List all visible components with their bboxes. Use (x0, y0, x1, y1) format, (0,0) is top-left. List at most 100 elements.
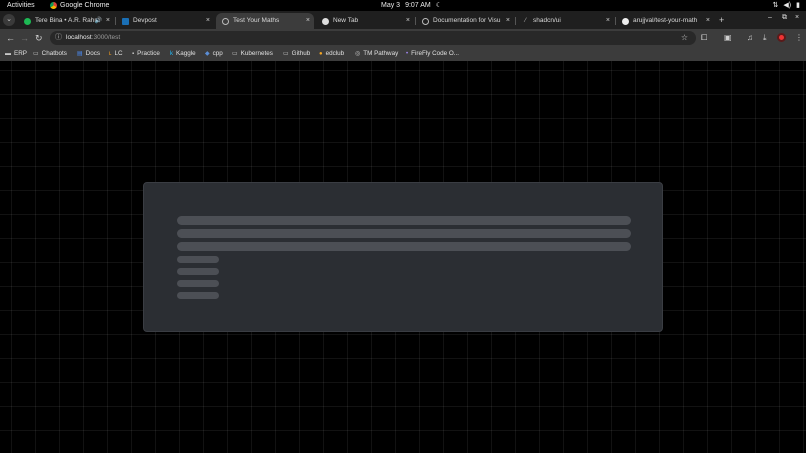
close-window-icon[interactable]: × (795, 14, 799, 21)
bookmark-docs[interactable]: ▤ Docs (77, 48, 100, 60)
docs-icon: ▤ (77, 51, 83, 57)
bookmark-practice[interactable]: ▪ Practice (132, 48, 160, 60)
url-path: :3000/test (91, 34, 121, 41)
github-icon (622, 17, 629, 25)
bookmark-label: edclub (325, 50, 345, 57)
cpp-icon: ◆ (205, 51, 210, 57)
profile-avatar[interactable] (777, 33, 786, 42)
extensions-icon[interactable]: ⧠ (701, 33, 707, 43)
tab-shadcn[interactable]: ⁄ shadcn/ui × (516, 13, 614, 29)
bookmark-label: Docs (85, 50, 101, 57)
skeleton-option (177, 280, 219, 287)
audio-playing-icon[interactable]: 🔊 (95, 13, 102, 29)
media-control-icon[interactable]: ♫ (747, 33, 753, 43)
skeleton-option (177, 292, 219, 299)
download-icon[interactable]: ⤓ (763, 33, 767, 43)
tab-tere-bina[interactable]: Tere Bina • A.R. Rahm 🔊 × (18, 13, 114, 29)
skeleton-option (177, 268, 219, 275)
bookmark-tm-pathway[interactable]: ◎ TM Pathway (355, 48, 398, 60)
bookmark-label: Practice (137, 50, 160, 57)
clock[interactable]: May 3 9:07 AM ☾ (381, 0, 442, 11)
bookmark-chatbots[interactable]: ▭ Chatbots (33, 48, 67, 60)
globe-icon (222, 17, 229, 25)
close-tab-icon[interactable]: × (406, 13, 410, 29)
activities-button[interactable]: Activities (7, 0, 35, 11)
tab-devpost[interactable]: Devpost × (116, 13, 214, 29)
bookmark-lc[interactable]: ʟ LC (109, 48, 123, 60)
firefly-icon: • (406, 51, 409, 57)
reload-button[interactable]: ↻ (35, 31, 43, 45)
tab-search-button[interactable]: ⌄ (3, 14, 15, 26)
tab-new-tab[interactable]: New Tab × (316, 13, 414, 29)
bookmark-label: ERP (14, 50, 27, 57)
tab-label: Test Your Maths (233, 17, 280, 24)
bookmark-firefly[interactable]: • FireFly Code O... (406, 48, 459, 60)
globe-icon (422, 17, 429, 25)
bookmark-kubernetes[interactable]: ▭ Kubernetes (232, 48, 273, 60)
bookmark-kaggle[interactable]: k Kaggle (170, 48, 196, 60)
spotify-icon (24, 17, 31, 25)
leetcode-icon: ʟ (109, 51, 112, 57)
folder-icon: ▭ (283, 51, 289, 57)
bookmark-label: FireFly Code O... (411, 50, 460, 57)
bookmark-label: Github (291, 50, 311, 57)
new-tab-button[interactable]: + (719, 13, 724, 27)
app-menu[interactable]: Google Chrome (50, 0, 109, 11)
skeleton-line (177, 216, 631, 225)
network-icon: ⇅ (772, 2, 779, 9)
bookmark-label: cpp (212, 50, 223, 57)
url-text[interactable]: localhost:3000/test (66, 31, 120, 45)
tab-documentation[interactable]: Documentation for Visu × (416, 13, 514, 29)
system-tray[interactable]: ⇅ ◀) ▮ (773, 0, 800, 11)
bookmark-github[interactable]: ▭ Github (283, 48, 310, 60)
bookmark-erp[interactable]: ▬ ERP (5, 48, 27, 60)
chrome-icon (322, 17, 329, 25)
system-top-bar: Activities Google Chrome May 3 9:07 AM ☾… (0, 0, 806, 11)
erp-icon: ▬ (5, 51, 11, 57)
battery-icon: ▮ (796, 2, 800, 9)
bookmark-cpp[interactable]: ◆ cpp (205, 48, 223, 60)
tab-github-repo[interactable]: arujjval/test-your-math × (616, 13, 714, 29)
url-host: localhost (66, 34, 92, 41)
tab-label: shadcn/ui (533, 17, 561, 24)
bookmark-edclub[interactable]: ● edclub (319, 48, 344, 60)
forward-button[interactable]: → (20, 31, 29, 45)
close-tab-icon[interactable]: × (306, 13, 310, 29)
close-tab-icon[interactable]: × (606, 13, 610, 29)
skeleton-option (177, 256, 219, 263)
tab-strip: ⌄ Tere Bina • A.R. Rahm 🔊 × Devpost × Te… (0, 11, 806, 29)
address-bar[interactable]: ⓘ localhost:3000/test ☆ (50, 31, 696, 45)
edclub-icon: ● (319, 51, 323, 57)
tab-label: Devpost (133, 17, 157, 24)
app-name: Google Chrome (60, 2, 110, 9)
time: 9:07 AM (405, 2, 431, 9)
side-panel-icon[interactable]: ▣ (724, 33, 732, 43)
tab-label: New Tab (333, 17, 359, 24)
back-button[interactable]: ← (6, 31, 15, 45)
do-not-disturb-icon: ☾ (435, 2, 443, 9)
devpost-icon (122, 17, 129, 25)
bookmark-label: Chatbots (41, 50, 67, 57)
page-viewport (0, 61, 806, 453)
chrome-menu-icon[interactable]: ⋮ (795, 33, 803, 43)
close-tab-icon[interactable]: × (206, 13, 210, 29)
practice-icon: ▪ (132, 51, 135, 57)
close-tab-icon[interactable]: × (506, 13, 510, 29)
tab-label: arujjval/test-your-math (633, 17, 698, 24)
bookmark-label: LC (114, 50, 123, 57)
bookmark-star-icon[interactable]: ☆ (681, 31, 688, 45)
bookmark-label: Kubernetes (240, 50, 273, 57)
maximize-icon[interactable]: ⧉ (782, 14, 787, 22)
skeleton-line (177, 242, 631, 251)
folder-icon: ▭ (232, 51, 238, 57)
folder-icon: ▭ (33, 51, 39, 57)
tab-test-your-maths[interactable]: Test Your Maths × (216, 13, 314, 29)
minimize-icon[interactable]: – (768, 14, 772, 21)
site-info-icon[interactable]: ⓘ (55, 31, 62, 45)
close-tab-icon[interactable]: × (106, 13, 110, 29)
close-tab-icon[interactable]: × (706, 13, 710, 29)
volume-icon: ◀) (783, 2, 792, 9)
kaggle-icon: k (170, 51, 173, 57)
bookmark-label: TM Pathway (363, 50, 399, 57)
skeleton-line (177, 229, 631, 238)
